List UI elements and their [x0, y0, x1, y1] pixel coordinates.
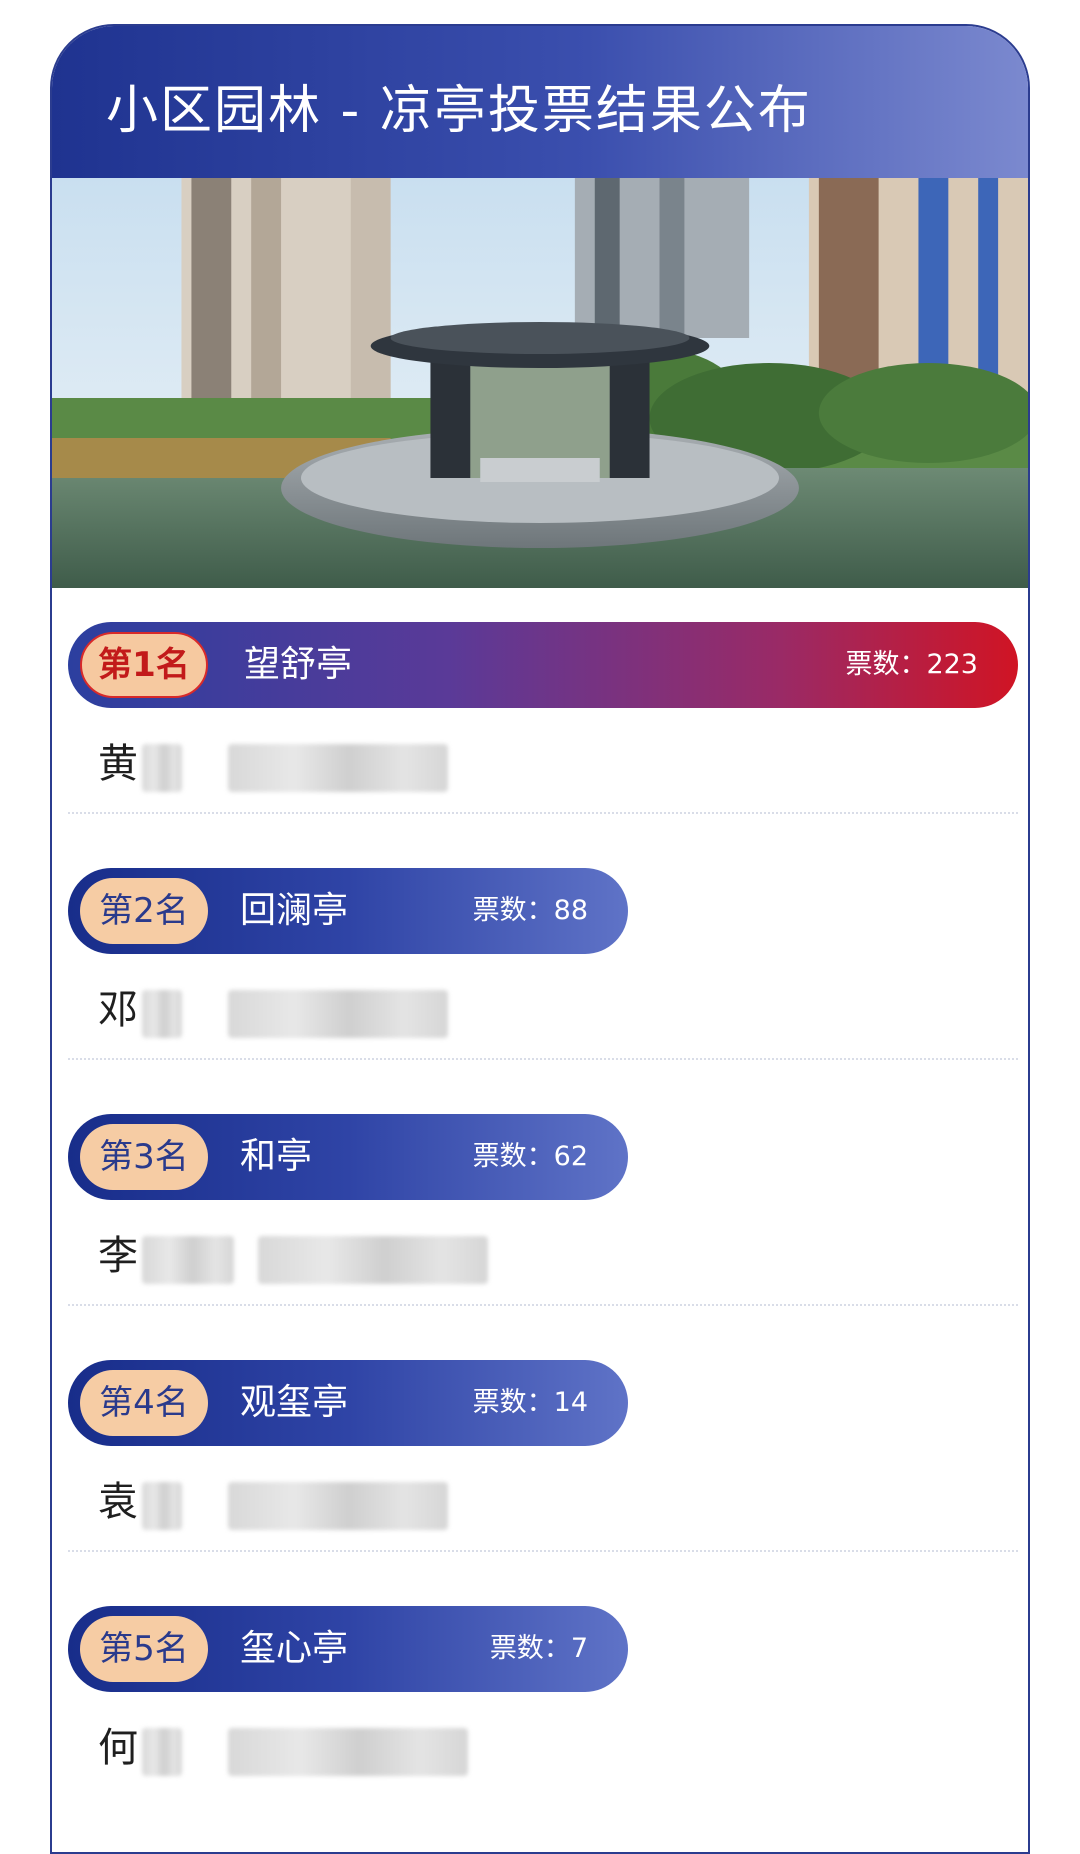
vote-label: 票数： [472, 1141, 554, 1172]
list-item: 第5名 玺心亭 票数：7 何 [68, 1606, 1018, 1826]
redacted-name [142, 1728, 182, 1776]
redacted-info [228, 1482, 448, 1530]
vote-number: 62 [553, 1141, 588, 1172]
divider [68, 1304, 1018, 1306]
page-title: 小区园林 - 凉亭投票结果公布 [106, 81, 812, 141]
pavilion-photo [52, 178, 1028, 588]
pavilion-name: 玺心亭 [240, 1628, 349, 1669]
redacted-info [258, 1236, 488, 1284]
rank-badge: 第4名 [80, 1370, 208, 1436]
vote-count: 票数：14 [473, 1360, 588, 1446]
redacted-info [228, 744, 448, 792]
list-item: 第2名 回澜亭 票数：88 邓 [68, 868, 1018, 1088]
divider [68, 812, 1018, 814]
voter-surname: 邓 [98, 987, 138, 1033]
list-item: 第1名 望舒亭 票数：223 黄 [68, 622, 1018, 842]
redacted-name [142, 1482, 182, 1530]
vote-count: 票数：7 [490, 1606, 588, 1692]
rank-badge: 第1名 [80, 632, 208, 698]
redacted-info [228, 1728, 468, 1776]
pavilion-name: 观玺亭 [240, 1382, 349, 1423]
rank-badge: 第2名 [80, 878, 208, 944]
pavilion-name: 和亭 [240, 1136, 313, 1177]
vote-label: 票数： [489, 1633, 571, 1664]
rank-pill: 第3名 和亭 票数：62 [68, 1114, 628, 1200]
voter-surname: 黄 [98, 741, 138, 787]
vote-number: 7 [570, 1633, 588, 1664]
result-card: 小区园林 - 凉亭投票结果公布 第1名 望舒亭 票数：223 黄 第2名 回澜亭… [50, 24, 1030, 1854]
voter-surname: 李 [98, 1233, 138, 1279]
redacted-name [142, 1236, 234, 1284]
vote-number: 88 [553, 895, 588, 926]
vote-count: 票数：88 [473, 868, 588, 954]
vote-label: 票数： [472, 1387, 554, 1418]
list-item: 第4名 观玺亭 票数：14 袁 [68, 1360, 1018, 1580]
rank-pill: 第2名 回澜亭 票数：88 [68, 868, 628, 954]
voter-surname: 何 [98, 1725, 138, 1771]
divider [68, 1550, 1018, 1552]
list-item: 第3名 和亭 票数：62 李 [68, 1114, 1018, 1334]
vote-number: 14 [553, 1387, 588, 1418]
divider [68, 1058, 1018, 1060]
vote-label: 票数： [472, 895, 554, 926]
vote-number: 223 [926, 649, 978, 680]
pavilion-name: 回澜亭 [240, 890, 349, 931]
redacted-name [142, 744, 182, 792]
vote-count: 票数：62 [473, 1114, 588, 1200]
rank-pill: 第1名 望舒亭 票数：223 [68, 622, 1018, 708]
vote-label: 票数： [845, 649, 927, 680]
rank-pill: 第5名 玺心亭 票数：7 [68, 1606, 628, 1692]
vote-count: 票数：223 [845, 622, 978, 708]
header-banner: 小区园林 - 凉亭投票结果公布 [52, 26, 1028, 178]
pavilion-name: 望舒亭 [244, 644, 353, 685]
voter-surname: 袁 [98, 1479, 138, 1525]
rank-badge: 第3名 [80, 1124, 208, 1190]
rank-badge: 第5名 [80, 1616, 208, 1682]
redacted-name [142, 990, 182, 1038]
rank-pill: 第4名 观玺亭 票数：14 [68, 1360, 628, 1446]
redacted-info [228, 990, 448, 1038]
